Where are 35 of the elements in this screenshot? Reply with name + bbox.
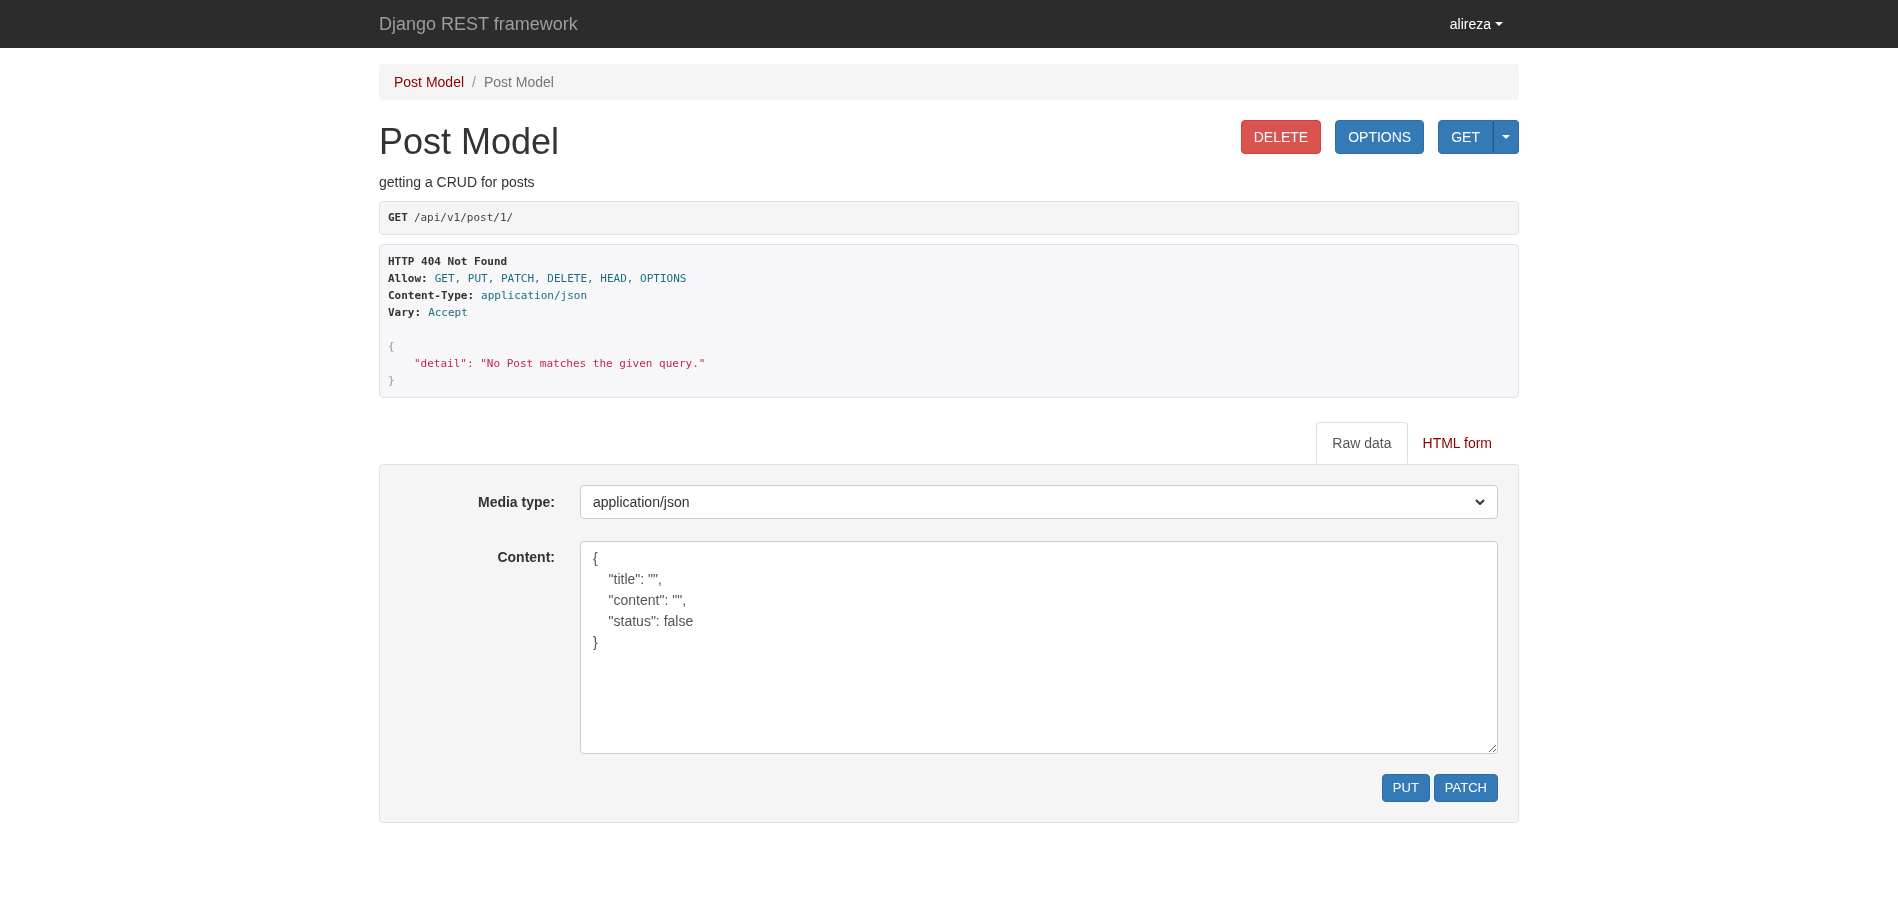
header-value: Accept [428,305,468,321]
form-tab[interactable]: HTML form [1407,422,1507,464]
caret-icon [1502,135,1510,139]
breadcrumb-separator: / [472,72,476,92]
brand-title[interactable]: Django REST framework [379,10,578,38]
header-name: Content-Type: [388,288,475,304]
request-method: GET [388,209,408,226]
json-line: "detail": "No Post matches the given query." [414,357,706,370]
header-name: Allow: [388,271,428,287]
content-textarea[interactable]: { "title": "", "content": "", "status": false } [580,541,1498,754]
response-status: HTTP 404 Not Found [388,254,508,270]
select-value: application/json [593,492,690,512]
caret-icon [1495,22,1503,26]
field-label: Content: [496,548,555,567]
header-name: Vary: [388,305,422,321]
breadcrumb-link[interactable]: Post Model [483,71,554,93]
breadcrumb-link[interactable]: Post Model [394,71,465,93]
submit-button[interactable]: PUT [1381,774,1430,802]
action-button[interactable]: DELETE [1240,120,1322,154]
user-menu[interactable]: alireza [1449,13,1503,35]
submit-button[interactable]: PATCH [1433,774,1498,802]
action-button[interactable]: OPTIONS [1335,120,1425,154]
dropdown-toggle[interactable] [1493,120,1519,154]
page-description: getting a CRUD for posts [379,173,536,192]
header-value: application/json [481,288,588,304]
get-button[interactable]: GET [1438,120,1493,154]
json-line: } [388,374,395,387]
page-title: Post Model [379,122,560,162]
json-line: { [388,340,395,353]
request-path: /api/v1/post/1/ [413,209,514,226]
media-type-select[interactable]: application/json [580,485,1498,519]
field-label: Media type: [477,492,555,512]
header-value: GET, PUT, PATCH, DELETE, HEAD, OPTIONS [434,271,687,287]
chevron-down-icon [1475,499,1485,505]
form-tab[interactable]: Raw data [1316,422,1408,464]
